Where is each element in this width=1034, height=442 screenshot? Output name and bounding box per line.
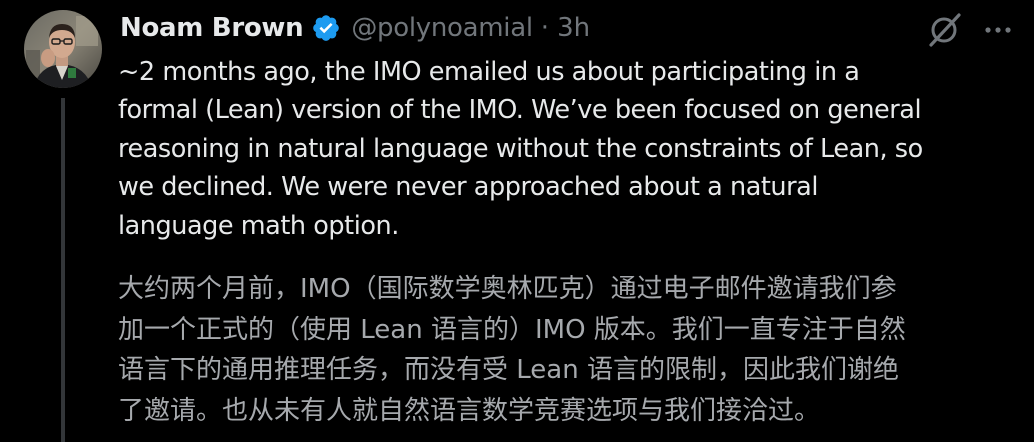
grok-icon[interactable] (926, 12, 964, 48)
separator-dot: · (540, 13, 550, 43)
tweet-translation-text: 大约两个月前，IMO（国际数学奥林匹克）通过电子邮件邀请我们参 加一个正式的（使… (118, 274, 906, 427)
tweet-text: ~2 months ago, the IMO emailed us about … (118, 57, 923, 241)
author-handle[interactable]: @polynoamial (351, 13, 533, 43)
tweet[interactable]: Noam Brown @polynoamial · 3h ~2 months a… (0, 0, 1034, 442)
verified-badge-icon[interactable] (311, 13, 341, 43)
tweet-timestamp[interactable]: 3h (557, 13, 590, 43)
thread-line (61, 98, 65, 442)
tweet-header: Noam Brown @polynoamial · 3h (120, 8, 590, 48)
author-display-name[interactable]: Noam Brown (120, 13, 304, 43)
avatar[interactable] (24, 10, 102, 88)
more-horizontal-icon[interactable] (978, 16, 1018, 44)
